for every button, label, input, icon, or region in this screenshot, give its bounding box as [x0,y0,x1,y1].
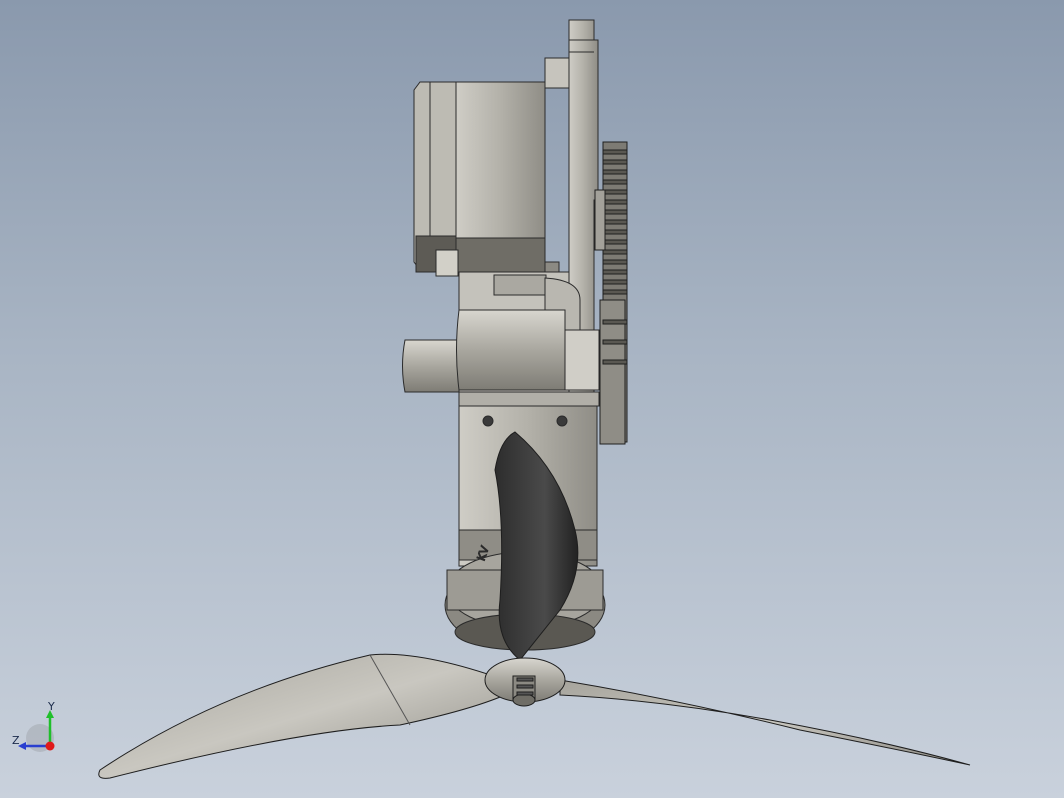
propeller-blade-left [98,653,506,779]
cad-viewport[interactable]: KV Y Z [0,0,1064,798]
axis-triad: Y Z [8,700,68,756]
mount-hole [482,415,494,427]
z-axis-label: Z [12,734,20,747]
mount-hole [556,415,568,427]
x-axis-dot [45,741,55,751]
3d-model-view[interactable]: KV [0,0,1064,798]
propeller-blade-right [559,679,971,766]
side-shaft[interactable] [402,309,566,393]
y-axis-label: Y [48,700,55,713]
spur-gear[interactable] [594,141,628,445]
propeller[interactable] [98,431,971,779]
stepper-motor[interactable] [413,81,560,301]
